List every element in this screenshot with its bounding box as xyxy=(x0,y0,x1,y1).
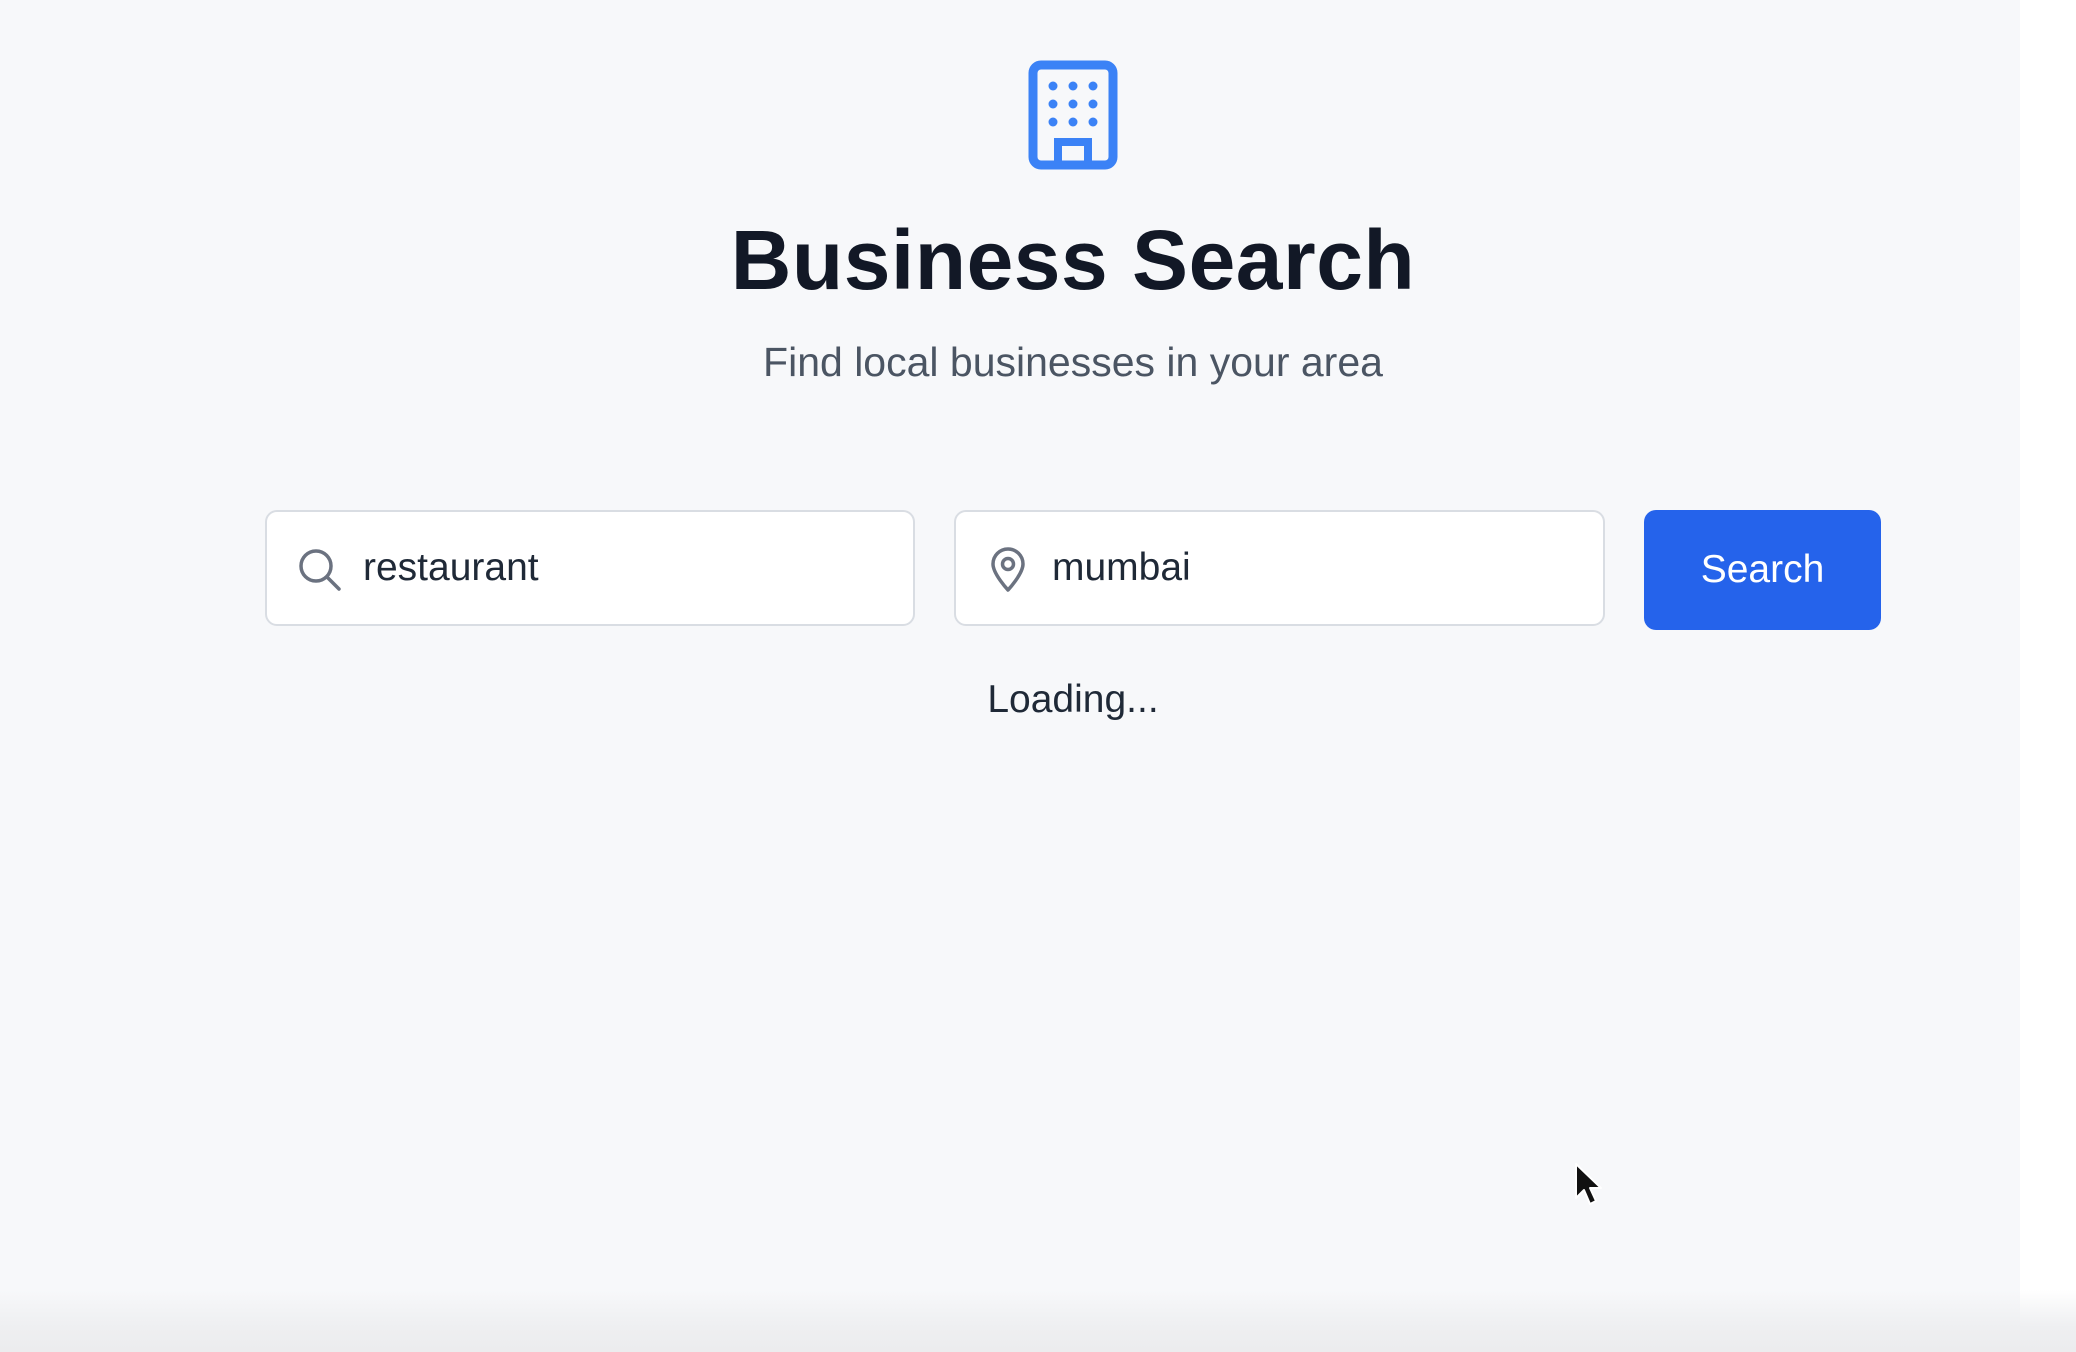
business-search-field[interactable] xyxy=(265,510,915,626)
app-background: Business Search Find local businesses in… xyxy=(0,0,2020,1352)
bottom-shadow xyxy=(0,1290,2076,1352)
mouse-cursor-icon xyxy=(1575,1163,1602,1205)
building-icon xyxy=(1028,60,1118,170)
map-pin-icon xyxy=(991,547,1025,592)
window-edge xyxy=(2020,0,2076,1352)
loading-status: Loading... xyxy=(987,678,1159,721)
search-button[interactable]: Search xyxy=(1644,510,1881,630)
location-field[interactable] xyxy=(954,510,1605,626)
search-icon xyxy=(299,549,341,591)
business-search-input[interactable] xyxy=(363,512,883,624)
page-title: Business Search xyxy=(730,213,1416,307)
location-input[interactable] xyxy=(1052,512,1572,624)
page-subtitle: Find local businesses in your area xyxy=(763,339,1383,385)
